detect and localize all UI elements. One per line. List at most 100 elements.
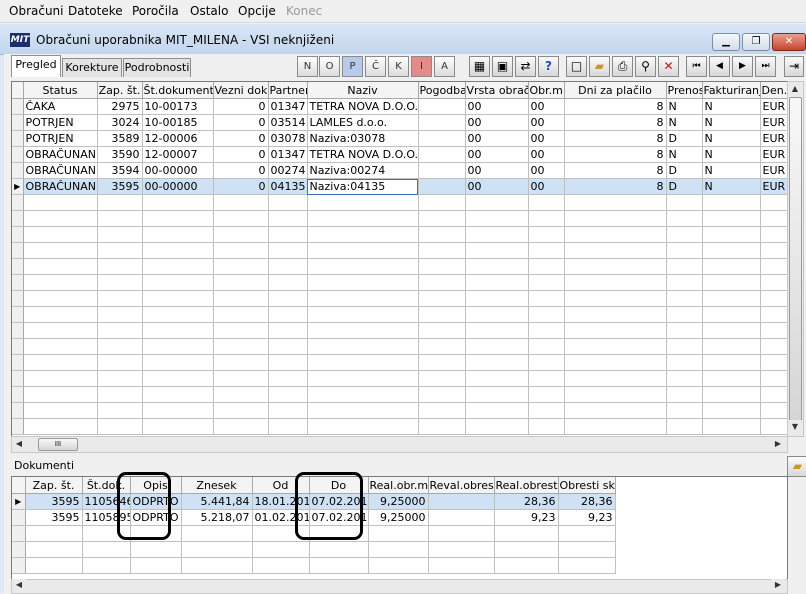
- open-folder-icon[interactable]: ▰: [589, 56, 610, 77]
- doc-cell[interactable]: 28,36: [494, 493, 559, 510]
- main-cell[interactable]: 00: [465, 146, 529, 163]
- doc-scroll-left-icon[interactable]: ◀: [12, 579, 26, 591]
- main-cell[interactable]: Naziva:04135: [307, 178, 419, 195]
- doc-cell[interactable]: 9,25000: [368, 509, 429, 526]
- tab-korekture[interactable]: Korekture: [62, 58, 122, 77]
- filter-a-button[interactable]: A: [434, 56, 455, 77]
- main-cell[interactable]: TETRA NOVA D.O.O.: [307, 146, 419, 163]
- main-cell[interactable]: 0: [213, 98, 269, 115]
- main-cell[interactable]: 00: [465, 178, 529, 195]
- main-cell[interactable]: EUR: [760, 178, 787, 195]
- first-record-icon[interactable]: ⏮: [686, 56, 707, 77]
- main-cell[interactable]: ČAKA: [23, 98, 98, 115]
- doc-col-znesek[interactable]: Znesek: [181, 477, 253, 494]
- main-cell[interactable]: 12-00006: [142, 130, 214, 147]
- main-cell[interactable]: 00: [465, 162, 529, 179]
- doc-col-real-obr-m[interactable]: Real.obr.m.: [368, 477, 429, 494]
- menu-datoteke[interactable]: Datoteke: [68, 4, 123, 18]
- main-cell[interactable]: 10-00173: [142, 98, 214, 115]
- filter-p-button[interactable]: P: [342, 56, 363, 77]
- scroll-up-icon[interactable]: ▲: [788, 82, 802, 96]
- main-cell[interactable]: D: [666, 178, 703, 195]
- main-cell[interactable]: [418, 146, 466, 163]
- doc-cell[interactable]: 9,25000: [368, 493, 429, 510]
- row-indicator[interactable]: ▶: [12, 178, 24, 195]
- main-cell[interactable]: 8: [564, 130, 667, 147]
- next-record-icon[interactable]: ▶: [732, 56, 753, 77]
- main-cell[interactable]: OBRAČUNAN: [23, 146, 98, 163]
- main-cell[interactable]: D: [666, 162, 703, 179]
- doc-cell[interactable]: 3595: [25, 493, 83, 510]
- col-partner[interactable]: Partner: [268, 82, 308, 99]
- doc-col-real-obresti[interactable]: Real.obresti: [494, 477, 559, 494]
- print-icon[interactable]: ⎙: [612, 56, 633, 77]
- main-horizontal-scrollbar[interactable]: [11, 436, 788, 453]
- doc-cell[interactable]: 28,36: [558, 493, 616, 510]
- col-status[interactable]: Status: [23, 82, 98, 99]
- col-st-dokumenta[interactable]: Št.dokumenta: [142, 82, 214, 99]
- exit-icon[interactable]: ⇥: [784, 56, 804, 77]
- main-row[interactable]: OBRAČUNAN 3594 00-00000 0 00274 Naziva:00274 0…: [12, 162, 787, 179]
- main-cell[interactable]: 3590: [97, 146, 143, 163]
- col-vrsta-obrac[interactable]: Vrsta obrač.: [465, 82, 529, 99]
- row-indicator[interactable]: [12, 162, 24, 179]
- main-cell[interactable]: 0: [213, 114, 269, 131]
- row-indicator[interactable]: [12, 509, 26, 526]
- main-cell[interactable]: 0: [213, 178, 269, 195]
- main-cell[interactable]: 3024: [97, 114, 143, 131]
- monitor-icon[interactable]: ▣: [492, 56, 513, 77]
- main-cell[interactable]: 0: [213, 146, 269, 163]
- main-cell[interactable]: EUR: [760, 130, 787, 147]
- main-row[interactable]: POTRJEN 3024 10-00185 0 03514 LAMLES d.o.o. 00…: [12, 114, 787, 131]
- row-indicator[interactable]: [12, 114, 24, 131]
- col-pogodba[interactable]: Pogodba: [418, 82, 466, 99]
- main-cell[interactable]: LAMLES d.o.o.: [307, 114, 419, 131]
- doc-scroll-right-icon[interactable]: ▶: [771, 579, 785, 591]
- main-cell[interactable]: EUR: [760, 146, 787, 163]
- main-cell[interactable]: 0: [213, 130, 269, 147]
- main-cell[interactable]: 00-00000: [142, 162, 214, 179]
- tab-pregled[interactable]: Pregled: [11, 55, 61, 77]
- col-prenos[interactable]: Prenos: [666, 82, 703, 99]
- main-cell[interactable]: 01347: [268, 146, 308, 163]
- doc-col-reval-obresti[interactable]: Reval.obresti: [428, 477, 495, 494]
- main-cell[interactable]: [418, 178, 466, 195]
- main-cell[interactable]: D: [666, 130, 703, 147]
- menu-ostalo[interactable]: Ostalo: [190, 4, 228, 18]
- main-row[interactable]: ▶ OBRAČUNAN 3595 00-00000 0 04135 Naziva:04135…: [12, 178, 787, 195]
- main-cell[interactable]: POTRJEN: [23, 130, 98, 147]
- main-cell[interactable]: N: [702, 130, 761, 147]
- help-icon[interactable]: ?: [538, 56, 559, 77]
- main-cell[interactable]: 00: [528, 146, 565, 163]
- main-cell[interactable]: 2975: [97, 98, 143, 115]
- filter-c-button[interactable]: Č: [365, 56, 386, 77]
- documents-folder-icon[interactable]: ▰: [787, 456, 806, 477]
- col-fakturiranje[interactable]: Fakturiranje: [702, 82, 761, 99]
- main-cell[interactable]: 0: [213, 162, 269, 179]
- documents-horizontal-scrollbar[interactable]: [11, 579, 788, 594]
- main-cell[interactable]: POTRJEN: [23, 114, 98, 131]
- main-cell[interactable]: [418, 130, 466, 147]
- main-cell[interactable]: TETRA NOVA D.O.O.: [307, 98, 419, 115]
- main-row[interactable]: POTRJEN 3589 12-00006 0 03078 Naziva:03078 00 0…: [12, 130, 787, 147]
- filter-o-button[interactable]: O: [319, 56, 340, 77]
- main-cell[interactable]: 01347: [268, 98, 308, 115]
- main-cell[interactable]: EUR: [760, 98, 787, 115]
- main-cell[interactable]: 8: [564, 114, 667, 131]
- main-cell[interactable]: [418, 162, 466, 179]
- main-cell[interactable]: 8: [564, 162, 667, 179]
- main-cell[interactable]: 3589: [97, 130, 143, 147]
- col-vezni-dok[interactable]: Vezni dok.: [213, 82, 269, 99]
- main-cell[interactable]: 03078: [268, 130, 308, 147]
- main-cell[interactable]: N: [666, 98, 703, 115]
- col-naziv[interactable]: Naziv: [307, 82, 419, 99]
- calculator-icon[interactable]: ▦: [469, 56, 490, 77]
- main-cell[interactable]: 00274: [268, 162, 308, 179]
- main-cell[interactable]: [418, 98, 466, 115]
- main-cell[interactable]: N: [666, 114, 703, 131]
- row-indicator[interactable]: [12, 130, 24, 147]
- main-cell[interactable]: 3594: [97, 162, 143, 179]
- main-cell[interactable]: 10-00185: [142, 114, 214, 131]
- tab-podrobnosti[interactable]: Podrobnosti: [123, 58, 191, 77]
- main-cell[interactable]: 00: [465, 130, 529, 147]
